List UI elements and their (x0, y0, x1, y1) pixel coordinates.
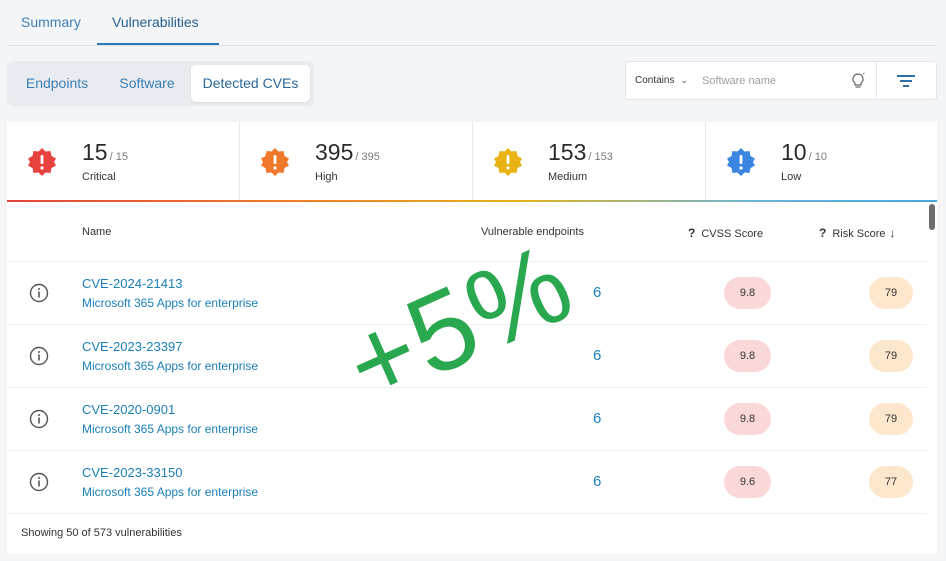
vulnerable-endpoints-count[interactable]: 6 (593, 284, 601, 301)
risk-score-badge: 79 (869, 340, 913, 372)
top-tab-bar: Summary Vulnerabilities (7, 0, 937, 46)
header-risk-score[interactable]: ? Risk Score ↓ (819, 226, 896, 240)
search-input[interactable] (702, 70, 842, 92)
info-icon[interactable] (29, 346, 49, 366)
cve-id-link[interactable]: CVE-2020-0901 (82, 402, 175, 417)
alert-badge-icon (494, 148, 522, 176)
software-name-link[interactable]: Microsoft 365 Apps for enterprise (82, 422, 258, 436)
pagination-summary: Showing 50 of 573 vulnerabilities (21, 527, 182, 539)
vulnerable-endpoints-count[interactable]: 6 (593, 347, 601, 364)
severity-total: / 10 (808, 151, 827, 163)
tab-vulnerabilities[interactable]: Vulnerabilities (112, 14, 199, 30)
cvss-score-badge: 9.8 (724, 277, 771, 309)
active-tab-indicator (97, 43, 219, 45)
software-name-link[interactable]: Microsoft 365 Apps for enterprise (82, 359, 258, 373)
severity-label-high: High (315, 171, 338, 183)
scrollbar-thumb[interactable] (929, 204, 935, 230)
table-row[interactable]: CVE-2023-33150 Microsoft 365 Apps for ent… (7, 451, 927, 514)
risk-score-badge: 79 (869, 277, 913, 309)
info-icon[interactable] (29, 409, 49, 429)
search-divider (876, 61, 877, 100)
alert-badge-icon (261, 148, 289, 176)
severity-total: / 15 (109, 151, 128, 163)
lightbulb-icon[interactable] (850, 72, 866, 90)
cve-id-link[interactable]: CVE-2023-23397 (82, 339, 182, 354)
vulnerable-endpoints-count[interactable]: 6 (593, 410, 601, 427)
header-cvss-label: CVSS Score (701, 228, 764, 240)
severity-count-value: 10 (781, 139, 807, 165)
severity-count-value: 395 (315, 139, 354, 165)
info-icon[interactable] (29, 283, 49, 303)
severity-count-value: 153 (548, 139, 587, 165)
search-mode-label: Contains (635, 75, 675, 86)
alert-badge-icon (28, 148, 56, 176)
cve-id-link[interactable]: CVE-2024-21413 (82, 276, 182, 291)
search-mode-dropdown[interactable]: Contains ⌄ (635, 75, 688, 86)
tab-summary[interactable]: Summary (21, 14, 81, 30)
info-icon[interactable] (29, 472, 49, 492)
segment-software[interactable]: Software (105, 65, 189, 102)
header-cvss-score[interactable]: ? CVSS Score (688, 226, 763, 240)
vulnerable-endpoints-count[interactable]: 6 (593, 473, 601, 490)
severity-critical[interactable]: 15/ 15 Critical (7, 122, 239, 201)
filter-icon[interactable] (896, 73, 916, 89)
help-icon[interactable]: ? (819, 226, 826, 240)
software-name-link[interactable]: Microsoft 365 Apps for enterprise (82, 296, 258, 310)
risk-score-badge: 77 (869, 466, 913, 498)
severity-label-medium: Medium (548, 171, 588, 183)
severity-count: 153/ 153 (548, 139, 613, 166)
software-name-link[interactable]: Microsoft 365 Apps for enterprise (82, 485, 258, 499)
severity-count-value: 15 (82, 139, 108, 165)
severity-summary: 15/ 15 Critical 395/ 395 High 153/ 153 Medi… (7, 122, 937, 201)
cve-id-link[interactable]: CVE-2023-33150 (82, 465, 182, 480)
search-box: Contains ⌄ (625, 61, 937, 100)
severity-label-critical: Critical (82, 171, 116, 183)
severity-low[interactable]: 10/ 10 Low (706, 122, 937, 201)
chevron-down-icon: ⌄ (680, 75, 689, 85)
cvss-score-badge: 9.8 (724, 340, 771, 372)
cvss-score-badge: 9.8 (724, 403, 771, 435)
severity-high[interactable]: 395/ 395 High (240, 122, 472, 201)
severity-count: 395/ 395 (315, 139, 380, 166)
severity-medium[interactable]: 153/ 153 Medium (473, 122, 705, 201)
severity-total: / 153 (588, 151, 613, 163)
header-name[interactable]: Name (82, 226, 111, 238)
severity-label-low: Low (781, 171, 802, 183)
risk-score-badge: 79 (869, 403, 913, 435)
header-risk-label: Risk Score (832, 228, 886, 240)
severity-total: / 395 (355, 151, 380, 163)
cvss-score-badge: 9.6 (724, 466, 771, 498)
table-row[interactable]: CVE-2020-0901 Microsoft 365 Apps for ente… (7, 388, 927, 451)
sort-desc-icon: ↓ (889, 226, 896, 240)
severity-count: 10/ 10 (781, 139, 827, 166)
view-segmented-control: Endpoints Software Detected CVEs (7, 61, 314, 106)
severity-count: 15/ 15 (82, 139, 128, 166)
segment-detected-cves[interactable]: Detected CVEs (191, 65, 310, 102)
segment-endpoints[interactable]: Endpoints (11, 65, 103, 102)
alert-badge-icon (727, 148, 755, 176)
help-icon[interactable]: ? (688, 226, 695, 240)
